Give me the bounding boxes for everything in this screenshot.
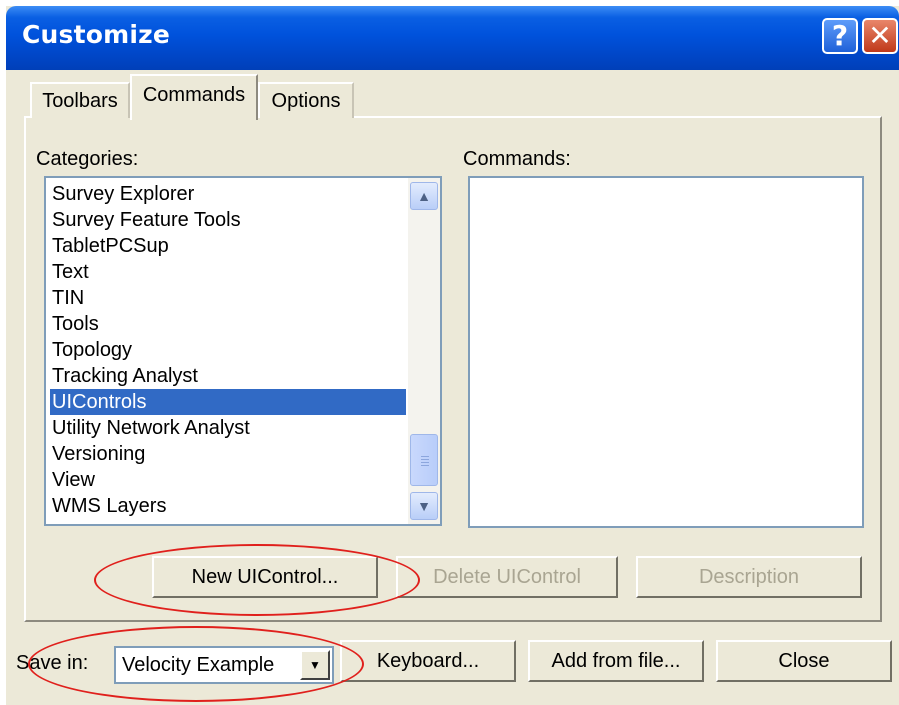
- close-window-button[interactable]: ✕: [862, 18, 898, 54]
- category-item[interactable]: TIN: [50, 285, 406, 311]
- category-item[interactable]: Tools: [50, 311, 406, 337]
- tab-toolbars[interactable]: Toolbars: [30, 82, 130, 118]
- scroll-up-button[interactable]: ▲: [410, 182, 438, 210]
- category-item[interactable]: Utility Network Analyst: [50, 415, 406, 441]
- tab-options[interactable]: Options: [258, 82, 354, 118]
- help-button[interactable]: ?: [822, 18, 858, 54]
- category-item[interactable]: Text: [50, 259, 406, 285]
- category-item[interactable]: TabletPCSup: [50, 233, 406, 259]
- category-item[interactable]: Survey Feature Tools: [50, 207, 406, 233]
- keyboard-button[interactable]: Keyboard...: [340, 640, 516, 682]
- category-item[interactable]: View: [50, 467, 406, 493]
- category-item[interactable]: Versioning: [50, 441, 406, 467]
- categories-list: Survey Explorer Survey Feature Tools Table…: [50, 181, 406, 519]
- add-from-file-button[interactable]: Add from file...: [528, 640, 704, 682]
- category-item[interactable]: Survey Explorer: [50, 181, 406, 207]
- scroll-thumb[interactable]: [410, 434, 438, 486]
- description-button[interactable]: Description: [636, 556, 862, 598]
- categories-label: Categories:: [36, 148, 139, 170]
- save-in-value: Velocity Example: [122, 654, 275, 676]
- commands-listbox[interactable]: [468, 176, 864, 528]
- category-item[interactable]: Topology: [50, 337, 406, 363]
- tab-commands[interactable]: Commands: [130, 74, 258, 120]
- commands-label: Commands:: [463, 148, 571, 170]
- window-title: Customize: [22, 20, 171, 49]
- save-in-label: Save in:: [16, 652, 89, 674]
- category-item[interactable]: UIControls: [50, 389, 406, 415]
- categories-listbox[interactable]: Survey Explorer Survey Feature Tools Table…: [44, 176, 442, 526]
- close-button[interactable]: Close: [716, 640, 892, 682]
- categories-scrollbar[interactable]: ▲ ▼: [408, 178, 440, 524]
- delete-uicontrol-button[interactable]: Delete UIControl: [396, 556, 618, 598]
- category-item[interactable]: Tracking Analyst: [50, 363, 406, 389]
- dropdown-arrow-icon[interactable]: ▼: [300, 650, 330, 680]
- save-in-dropdown[interactable]: Velocity Example ▼: [114, 646, 334, 684]
- category-item[interactable]: WMS Layers: [50, 493, 406, 519]
- title-bar[interactable]: Customize ? ✕: [6, 6, 899, 70]
- new-uicontrol-button[interactable]: New UIControl...: [152, 556, 378, 598]
- scroll-down-button[interactable]: ▼: [410, 492, 438, 520]
